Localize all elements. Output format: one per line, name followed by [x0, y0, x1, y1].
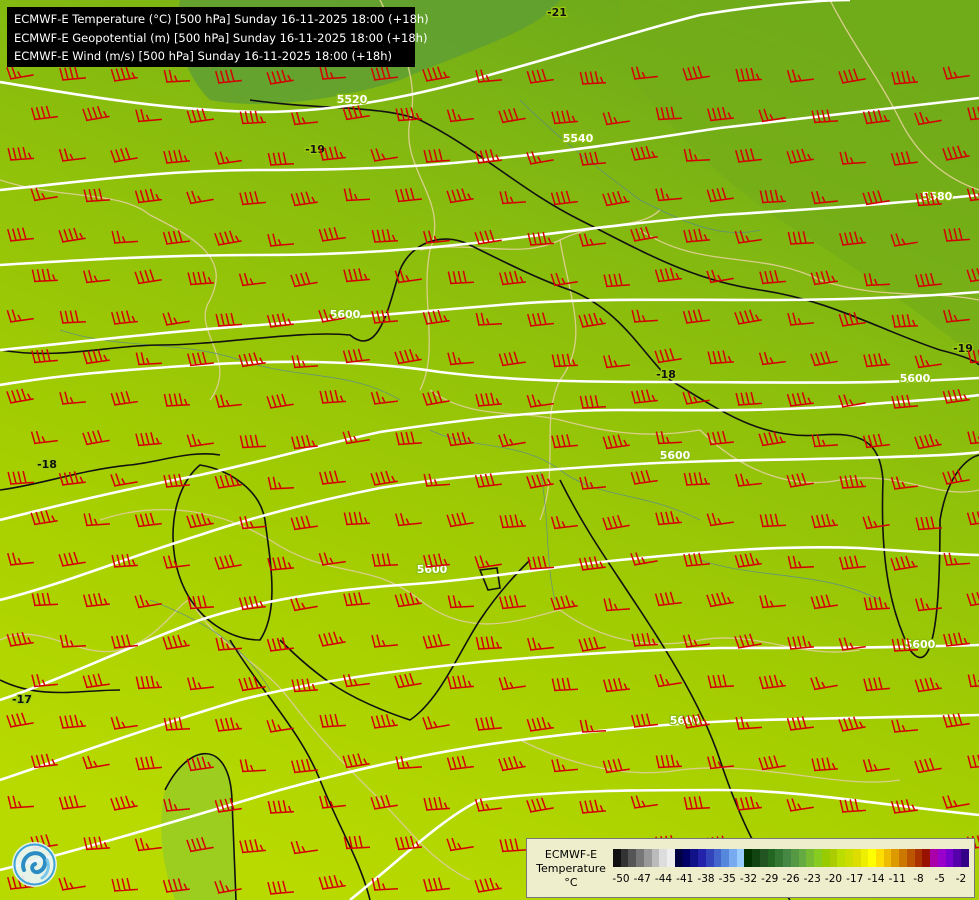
legend-swatch	[659, 849, 668, 867]
legend-tick-label: -2	[955, 873, 967, 885]
legend-swatch	[628, 849, 637, 867]
legend-title: ECMWF-E Temperature °C	[531, 848, 611, 890]
legend-swatch	[891, 849, 900, 867]
legend-model: ECMWF-E	[544, 848, 598, 861]
legend-tick-label: -29	[761, 873, 779, 885]
legend-swatch	[953, 849, 962, 867]
weather-map[interactable]: 552055405580560056005600560056005600 -21…	[0, 0, 979, 900]
contour-label: -19	[953, 342, 973, 355]
legend-variable: Temperature	[536, 862, 606, 875]
legend-swatch	[667, 849, 675, 867]
contour-label: -18	[37, 458, 57, 471]
legend-swatch	[790, 849, 799, 867]
legend-tick-label: -50	[612, 873, 630, 885]
legend-swatch	[698, 849, 706, 867]
swirl-logo-icon	[13, 843, 56, 886]
legend-swatch	[636, 849, 644, 867]
legend-swatch	[821, 849, 830, 867]
legend-tick-label: -32	[739, 873, 758, 885]
contour-label: 5520	[337, 93, 368, 106]
legend-swatch	[930, 849, 938, 867]
provider-logo	[12, 842, 57, 887]
legend-swatch	[783, 849, 791, 867]
legend-swatch	[914, 849, 923, 867]
contour-label: 5600	[330, 308, 361, 321]
legend-swatch	[690, 849, 699, 867]
legend-swatch	[767, 849, 776, 867]
legend-swatch	[744, 849, 753, 867]
legend-swatch	[868, 849, 876, 867]
legend-swatch	[713, 849, 722, 867]
legend-swatch	[829, 849, 838, 867]
legend-unit: °C	[564, 876, 578, 889]
legend-swatch	[705, 849, 714, 867]
legend-swatch	[752, 849, 760, 867]
legend-swatch	[937, 849, 946, 867]
geopotential-title: ECMWF-E Geopotential (m) [500 hPa] Sunda…	[14, 30, 428, 45]
legend-tick-label: -41	[676, 873, 694, 885]
legend-tick-label: -44	[654, 873, 673, 885]
legend-swatch	[682, 849, 691, 867]
legend-swatch	[798, 849, 807, 867]
legend-swatch	[945, 849, 954, 867]
legend-swatch	[860, 849, 869, 867]
legend-tick-label: -8	[913, 873, 924, 885]
legend-swatch	[643, 849, 652, 867]
temperature-legend: ECMWF-E Temperature °C -50 -47 -44 -41 -38 -3…	[526, 838, 975, 898]
legend-swatch	[620, 849, 629, 867]
temperature-title: ECMWF-E Temperature (°C) [500 hPa] Sunda…	[14, 12, 429, 26]
wind-title: ECMWF-E Wind (m/s) [500 hPa] Sunday 16-1…	[14, 49, 393, 63]
legend-tick-label: -20	[824, 873, 843, 885]
legend-swatch	[729, 849, 737, 867]
legend-tick-label: -35	[718, 873, 736, 885]
legend-swatch	[651, 849, 660, 867]
legend-tick-label: -26	[782, 873, 800, 885]
legend-swatch	[875, 849, 884, 867]
legend-swatch	[961, 849, 969, 867]
legend-tick-label: -38	[697, 873, 715, 885]
legend-swatch	[845, 849, 853, 867]
legend-swatch	[736, 849, 745, 867]
legend-swatch	[899, 849, 907, 867]
contour-label: -21	[547, 6, 567, 19]
legend-swatch	[883, 849, 892, 867]
legend-ticks: -50 -47 -44 -41 -38 -35 -32 -29 -26 -23 -20 -17 -14-…	[612, 873, 969, 887]
legend-tick-label: -23	[803, 873, 821, 885]
legend-swatch	[613, 849, 621, 867]
map-title-box: ECMWF-E Temperature (°C) [500 hPa] Sunda…	[7, 7, 429, 67]
legend-tick-label: -5	[934, 873, 945, 885]
contour-label: 5600	[660, 449, 691, 462]
legend-swatch	[721, 849, 730, 867]
legend-color-bar	[613, 849, 969, 867]
legend-swatch	[906, 849, 915, 867]
contour-label: -17	[12, 693, 32, 706]
legend-swatch	[922, 849, 931, 867]
contour-label: -18	[656, 368, 676, 381]
legend-swatch	[806, 849, 815, 867]
legend-swatch	[837, 849, 846, 867]
legend-swatch	[814, 849, 822, 867]
legend-swatch	[775, 849, 784, 867]
legend-tick-label: -11	[888, 873, 906, 885]
legend-swatch	[759, 849, 768, 867]
legend-tick-label: -14	[867, 873, 885, 885]
legend-swatch	[674, 849, 683, 867]
map-viewer[interactable]: 5520 5540 5580 5600 5600 5600 5600 5600 5600 -21…	[0, 0, 979, 900]
contour-label: 5600	[900, 372, 931, 385]
legend-tick-label: -17	[846, 873, 864, 885]
legend-tick-label: -47	[633, 873, 651, 885]
legend-swatch	[852, 849, 861, 867]
contour-label: 5540	[563, 132, 594, 145]
